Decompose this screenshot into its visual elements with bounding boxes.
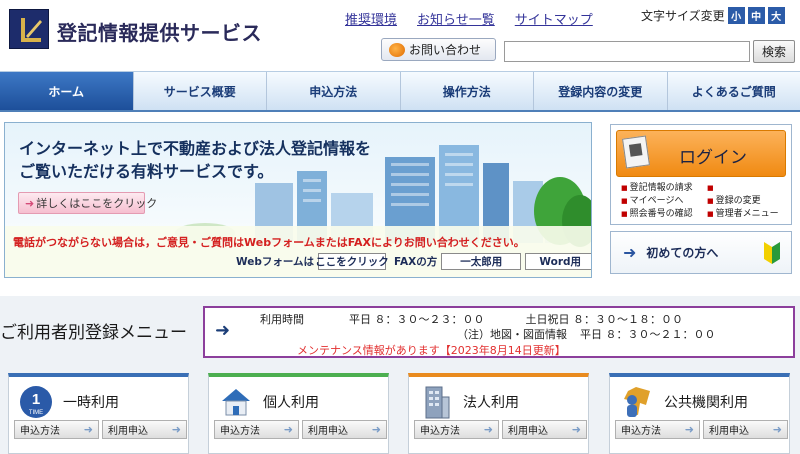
- link-recommended-env[interactable]: 推奨環境: [345, 9, 397, 28]
- badge-number: 1: [32, 391, 40, 408]
- webform-label: Webフォームは: [236, 256, 315, 268]
- contact-notice: 電話がつながらない場合は，ご意見・ご質問はWebフォームまたはFAXによりお問い…: [13, 236, 525, 249]
- arrow-right-icon: ➜: [171, 423, 181, 436]
- card-title: 公共機関利用: [664, 395, 748, 411]
- arrow-right-icon: ➜: [371, 423, 381, 436]
- apply-use-button[interactable]: 利用申込 ➜: [302, 420, 387, 439]
- logo-mark-icon: [21, 18, 42, 42]
- arrow-right-icon: ➜: [571, 423, 581, 436]
- arrow-right-icon: ➜: [215, 320, 231, 341]
- first-time-label: 初めての方へ: [646, 246, 719, 260]
- house-icon: [222, 389, 250, 416]
- login-link-admin-menu[interactable]: 管理者メニュー: [707, 208, 789, 221]
- document-icon: [622, 135, 650, 169]
- arrow-right-icon: ➜: [83, 423, 93, 436]
- detail-button-label: 詳しくはここをクリック: [36, 197, 158, 210]
- hours-label: 利用時間: [260, 313, 304, 326]
- login-link-inquiry-number[interactable]: 照会番号の確認: [621, 208, 707, 221]
- card-title: 一時利用: [63, 395, 119, 411]
- weekday-hours: ８：３０～２３：００: [374, 313, 485, 326]
- contact-button[interactable]: お問い合わせ: [381, 38, 496, 61]
- font-size-label: 文字サイズ変更: [641, 9, 725, 23]
- hours-row-main: 利用時間 平日 ８：３０～２３：００ 土日祝日 ８：３０～１８：００: [260, 311, 683, 327]
- first-time-button[interactable]: ➜ 初めての方へ: [610, 231, 792, 274]
- arrow-right-icon: ➜: [772, 423, 782, 436]
- notice-bar: 電話がつながらない場合は，ご意見・ご質問はWebフォームまたはFAXによりお問い…: [5, 226, 591, 277]
- service-hours-box: ➜ 利用時間 平日 ８：３０～２３：００ 土日祝日 ８：３０～１８：００ （注）…: [203, 306, 795, 358]
- link-sitemap[interactable]: サイトマップ: [515, 9, 593, 28]
- phone-icon: [389, 42, 405, 57]
- nav-registration-change[interactable]: 登録内容の変更: [534, 72, 668, 110]
- search-button[interactable]: 検索: [753, 40, 795, 63]
- search-input[interactable]: [504, 41, 750, 62]
- webform-button[interactable]: ここをクリック: [315, 253, 389, 270]
- login-links: 登記情報の請求 マイページへ 登録の変更 照会番号の確認 管理者メニュー: [621, 182, 789, 221]
- font-size-switcher: 文字サイズ変更 小 中 大: [641, 7, 785, 24]
- nav-application-method[interactable]: 申込方法: [267, 72, 401, 110]
- weekday-label: 平日: [349, 313, 371, 326]
- site-title[interactable]: 登記情報提供サービス: [57, 17, 262, 46]
- one-time-badge-icon: 1 TIME: [20, 386, 52, 418]
- card-public-institution-use: 公共機関利用 申込方法 ➜ 利用申込 ➜: [609, 373, 790, 454]
- login-button[interactable]: ログイン: [616, 130, 786, 177]
- holiday-label: 土日祝日: [525, 313, 570, 326]
- login-panel: ログイン 登記情報の請求 マイページへ 登録の変更 照会番号の確認 管理者メニュ…: [610, 124, 792, 225]
- site-logo[interactable]: [9, 9, 49, 49]
- card-title: 法人利用: [463, 395, 519, 411]
- nav-operation-method[interactable]: 操作方法: [401, 72, 534, 110]
- card-corporate-use: 法人利用 申込方法 ➜ 利用申込 ➜: [408, 373, 589, 454]
- arrow-right-icon: ➜: [684, 423, 694, 436]
- banner-headline-line1: インターネット上で不動産および法人登記情報を: [19, 139, 372, 158]
- hours-row-note: （注）地図・図面情報 平日 ８：３０～２１：００: [457, 326, 716, 342]
- fax-word-button[interactable]: Word用: [525, 253, 591, 270]
- main-banner: インターネット上で不動産および法人登記情報を ご覧いただける有料サービスです。 …: [4, 122, 592, 278]
- login-link-change[interactable]: 登録の変更: [707, 195, 789, 208]
- map-hours: ８：３０～２１：００: [605, 328, 716, 341]
- map-note-label: （注）地図・図面情報: [457, 328, 567, 341]
- badge-sub: TIME: [29, 410, 43, 416]
- apply-method-button[interactable]: 申込方法 ➜: [214, 420, 299, 439]
- card-temporary-use: 1 TIME 一時利用 申込方法 ➜ 利用申込 ➜: [8, 373, 189, 454]
- apply-method-button[interactable]: 申込方法 ➜: [615, 420, 700, 439]
- top-links: 推奨環境 お知らせ一覧 サイトマップ: [345, 9, 593, 28]
- nav-faq[interactable]: よくあるご質問: [668, 72, 800, 110]
- office-building-icon: [425, 386, 450, 419]
- font-size-medium-button[interactable]: 中: [747, 7, 765, 24]
- fax-ichitaro-button[interactable]: 一太郎用: [441, 253, 522, 270]
- registration-menu-title: ご利用者別登録メニュー: [0, 323, 187, 343]
- nav-home[interactable]: ホーム: [0, 72, 134, 110]
- apply-method-button[interactable]: 申込方法 ➜: [414, 420, 499, 439]
- apply-use-button[interactable]: 利用申込 ➜: [502, 420, 587, 439]
- public-institution-icon: [624, 387, 650, 417]
- contact-label: お問い合わせ: [409, 43, 482, 57]
- beginner-mark-icon: [764, 242, 780, 264]
- link-news-list[interactable]: お知らせ一覧: [417, 9, 495, 28]
- card-title: 個人利用: [263, 395, 319, 411]
- apply-use-button[interactable]: 利用申込 ➜: [102, 420, 187, 439]
- banner-headline-line2: ご覧いただける有料サービスです。: [19, 162, 274, 181]
- login-link-mypage[interactable]: マイページへ: [621, 195, 707, 208]
- detail-button[interactable]: ➜ 詳しくはここをクリック: [18, 192, 157, 214]
- arrow-right-icon: ➜: [25, 196, 35, 210]
- login-label: ログイン: [679, 148, 747, 168]
- card-personal-use: 個人利用 申込方法 ➜ 利用申込 ➜: [208, 373, 389, 454]
- apply-method-button[interactable]: 申込方法 ➜: [14, 420, 99, 439]
- banner-headline: インターネット上で不動産および法人登記情報を ご覧いただける有料サービスです。: [19, 137, 371, 183]
- nav-service-overview[interactable]: サービス概要: [134, 72, 267, 110]
- font-size-large-button[interactable]: 大: [767, 7, 785, 24]
- apply-use-button[interactable]: 利用申込 ➜: [703, 420, 788, 439]
- font-size-small-button[interactable]: 小: [727, 7, 745, 24]
- arrow-right-icon: ➜: [623, 243, 637, 262]
- holiday-hours: ８：３０～１８：００: [573, 313, 683, 326]
- map-weekday-label: 平日: [580, 328, 602, 341]
- arrow-right-icon: ➜: [283, 423, 293, 436]
- main-nav: ホーム サービス概要 申込方法 操作方法 登録内容の変更 よくあるご質問: [0, 71, 800, 112]
- webform-row: Webフォームは ここをクリック FAXの方 一太郎用 Word用: [236, 253, 591, 270]
- arrow-right-icon: ➜: [483, 423, 493, 436]
- maintenance-link[interactable]: メンテナンス情報があります【2023年8月14日更新】: [297, 342, 566, 358]
- fax-label: FAXの方: [394, 256, 438, 268]
- login-link-request[interactable]: 登記情報の請求: [621, 182, 707, 195]
